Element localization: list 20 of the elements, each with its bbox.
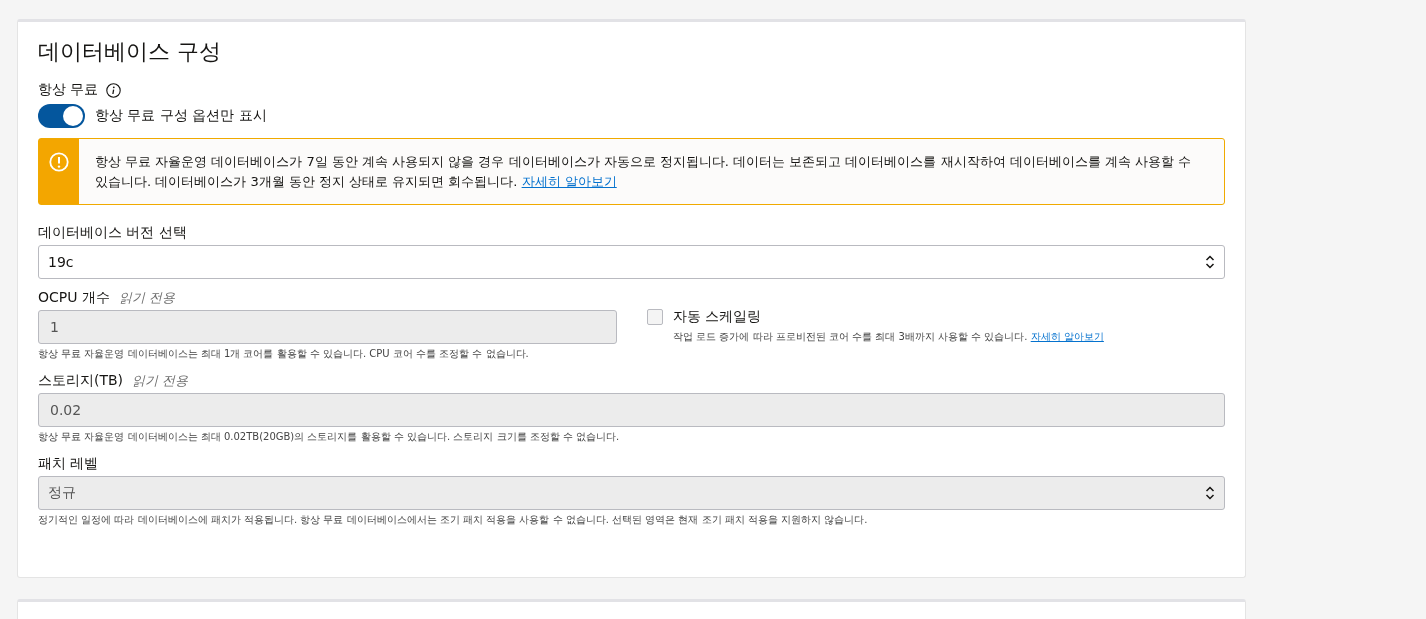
read-only-note: 읽기 전용	[118, 289, 176, 307]
warning-message: 항상 무료 자율운영 데이터베이스가 7일 동안 계속 사용되지 않을 경우 데이터베이스가 자동으로 정지됩니다. 데이터는 보존되고 데이터베이스를 재시작하여 데이터베이스를 계속 사용할 수 있습니다. 데이터베이스가 3개월 동안 정지 상태로 유지되면 회수됩니다. 자세히 알아보기	[94, 153, 1193, 191]
selected-value: 정규	[48, 484, 76, 502]
select-field[interactable]: 19c	[38, 245, 1225, 279]
read-only-note: 읽기 전용	[132, 372, 189, 390]
selected-value: 19c	[48, 254, 74, 270]
field-label: 항상 무료	[38, 81, 99, 99]
learn-more-link[interactable]: 자세히 알아보기	[1030, 331, 1104, 342]
help-text: 정기적인 일정에 따라 데이터베이스에 패치가 적용됩니다. 항상 무료 데이터베이스에서는 조기 패치 적용을 사용할 수 없습니다. 선택된 영역은 현재 조기 패치 적용을 지원하지 않습니다.	[38, 513, 869, 527]
section-title: 데이터베이스 구성	[38, 38, 222, 66]
help-text: 항상 무료 자율운영 데이터베이스는 최대 1개 코어를 활용할 수 있습니다. CPU 코어 수를 조정할 수 없습니다.	[38, 347, 530, 361]
toggle-label: 항상 무료 구성 옵션만 표시	[95, 107, 267, 125]
field-label: 스토리지(TB)	[38, 372, 124, 390]
field-label: OCPU 개수	[38, 289, 110, 307]
checkbox-label: 자동 스케일링	[673, 308, 763, 326]
field-label: 패치 레벨	[38, 455, 99, 473]
help-text: 작업 로드 증가에 따라 프로비전된 코어 수를 최대 3배까지 사용할 수 있습니다. 자세히 알아보기	[673, 330, 1104, 344]
help-text: 항상 무료 자율운영 데이터베이스는 최대 0.02TB(20GB)의 스토리지를 활용할 수 있습니다. 스토리지 크기를 조정할 수 없습니다.	[38, 430, 621, 444]
learn-more-link[interactable]: 자세히 알아보기	[521, 174, 617, 189]
field-label: 데이터베이스 버전 선택	[38, 224, 187, 242]
